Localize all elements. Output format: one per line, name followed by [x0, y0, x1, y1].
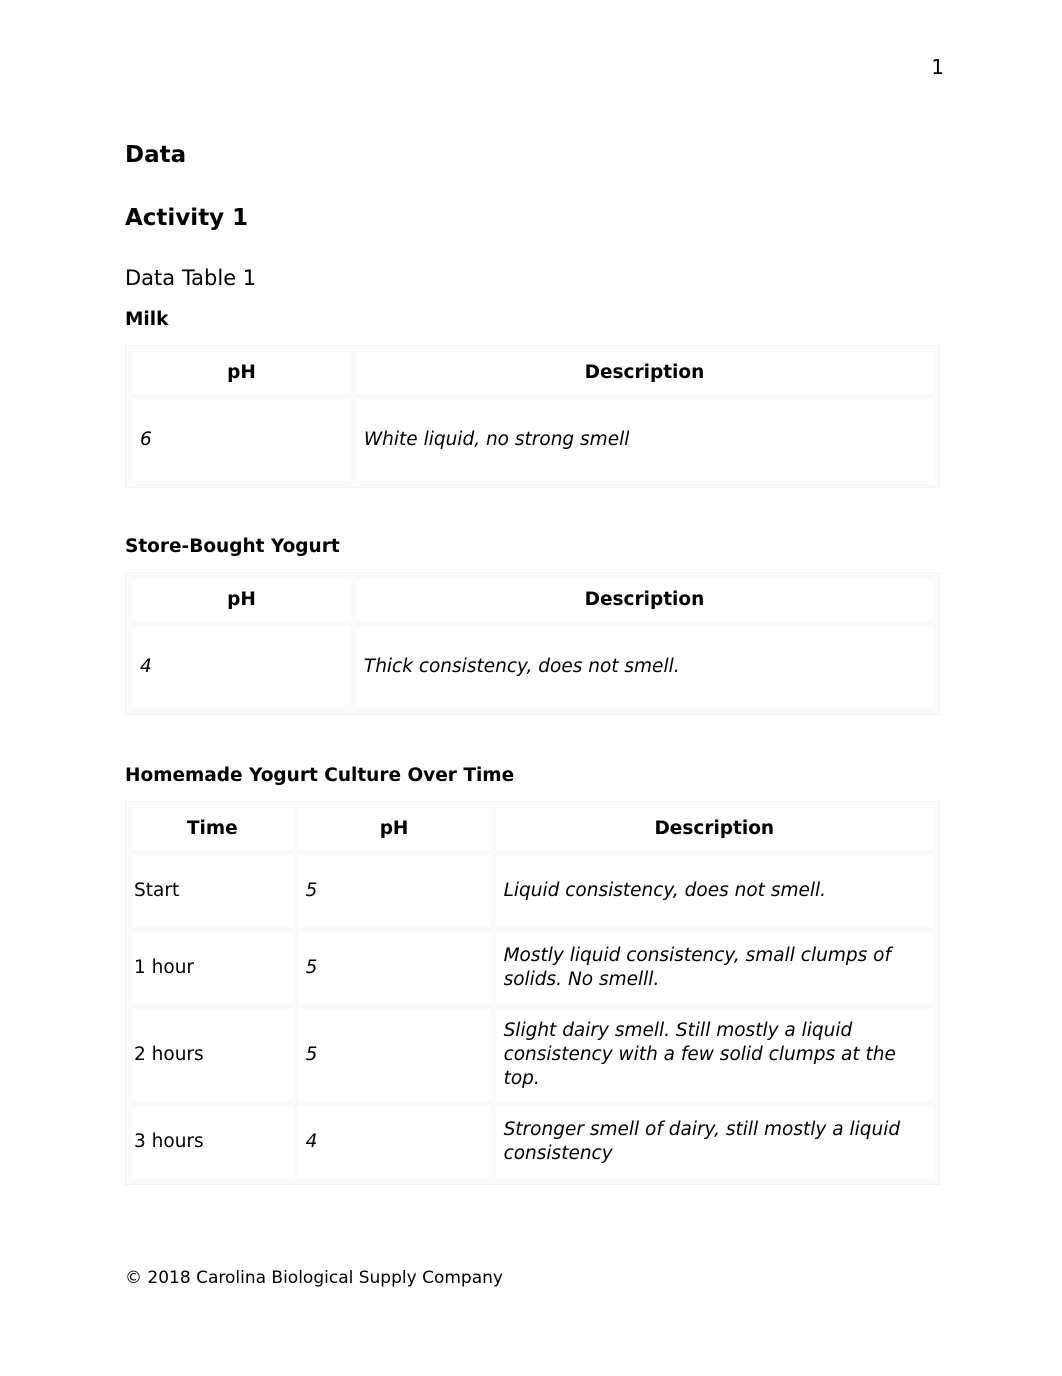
table-header-row: pH Description	[132, 579, 933, 622]
table-caption-store-bought-yogurt: Store-Bought Yogurt	[125, 535, 340, 557]
data-table-label: Data Table 1	[125, 265, 257, 290]
column-header-description: Description	[355, 351, 933, 394]
footer-copyright: © 2018 Carolina Biological Supply Compan…	[125, 1268, 503, 1288]
cell-ph: 4	[297, 1106, 491, 1179]
cell-time: 2 hours	[132, 1009, 293, 1102]
page-title: Data	[125, 142, 187, 168]
column-header-description: Description	[355, 579, 933, 622]
table-milk-wrapper: pH Description 6 White liquid, no strong…	[125, 344, 940, 488]
table-caption-homemade-yogurt: Homemade Yogurt Culture Over Time	[125, 765, 515, 787]
cell-time: 3 hours	[132, 1106, 293, 1179]
table-header-row: pH Description	[132, 351, 933, 394]
cell-description: Thick consistency, does not smell.	[355, 626, 933, 709]
cell-ph: 5	[297, 1009, 491, 1102]
column-header-description: Description	[495, 808, 933, 851]
table-row: 6 White liquid, no strong smell	[132, 398, 933, 481]
cell-ph: 6	[132, 398, 351, 481]
table-caption-milk: Milk	[125, 308, 169, 330]
cell-time: Start	[132, 855, 293, 928]
cell-time: 1 hour	[132, 932, 293, 1005]
column-header-ph: pH	[132, 351, 351, 394]
table-row: 4 Thick consistency, does not smell.	[132, 626, 933, 709]
cell-description: Stronger smell of dairy, still mostly a …	[495, 1106, 933, 1179]
table-row: 2 hours 5 Slight dairy smell. Still most…	[132, 1009, 933, 1102]
table-store-bought-yogurt: pH Description 4 Thick consistency, does…	[127, 574, 938, 714]
section-heading-activity: Activity 1	[125, 205, 249, 232]
document-page: 1 Data Activity 1 Data Table 1 Milk pH D…	[0, 0, 1062, 1376]
table-homemade-wrapper: Time pH Description Start 5 Liquid consi…	[125, 801, 940, 1186]
cell-ph: 4	[132, 626, 351, 709]
cell-description: White liquid, no strong smell	[355, 398, 933, 481]
cell-ph: 5	[297, 932, 491, 1005]
cell-ph: 5	[297, 855, 491, 928]
table-homemade-yogurt: Time pH Description Start 5 Liquid consi…	[127, 803, 938, 1184]
cell-description: Slight dairy smell. Still mostly a liqui…	[495, 1009, 933, 1102]
table-row: 1 hour 5 Mostly liquid consistency, smal…	[132, 932, 933, 1005]
table-store-bought-wrapper: pH Description 4 Thick consistency, does…	[125, 572, 940, 716]
column-header-ph: pH	[297, 808, 491, 851]
table-header-row: Time pH Description	[132, 808, 933, 851]
document-content: Data Activity 1 Data Table 1 Milk pH Des…	[125, 142, 940, 1187]
table-milk: pH Description 6 White liquid, no strong…	[127, 346, 938, 486]
cell-description: Mostly liquid consistency, small clumps …	[495, 932, 933, 1005]
table-row: Start 5 Liquid consistency, does not sme…	[132, 855, 933, 928]
cell-description: Liquid consistency, does not smell.	[495, 855, 933, 928]
table-row: 3 hours 4 Stronger smell of dairy, still…	[132, 1106, 933, 1179]
column-header-ph: pH	[132, 579, 351, 622]
page-number: 1	[931, 55, 944, 79]
column-header-time: Time	[132, 808, 293, 851]
